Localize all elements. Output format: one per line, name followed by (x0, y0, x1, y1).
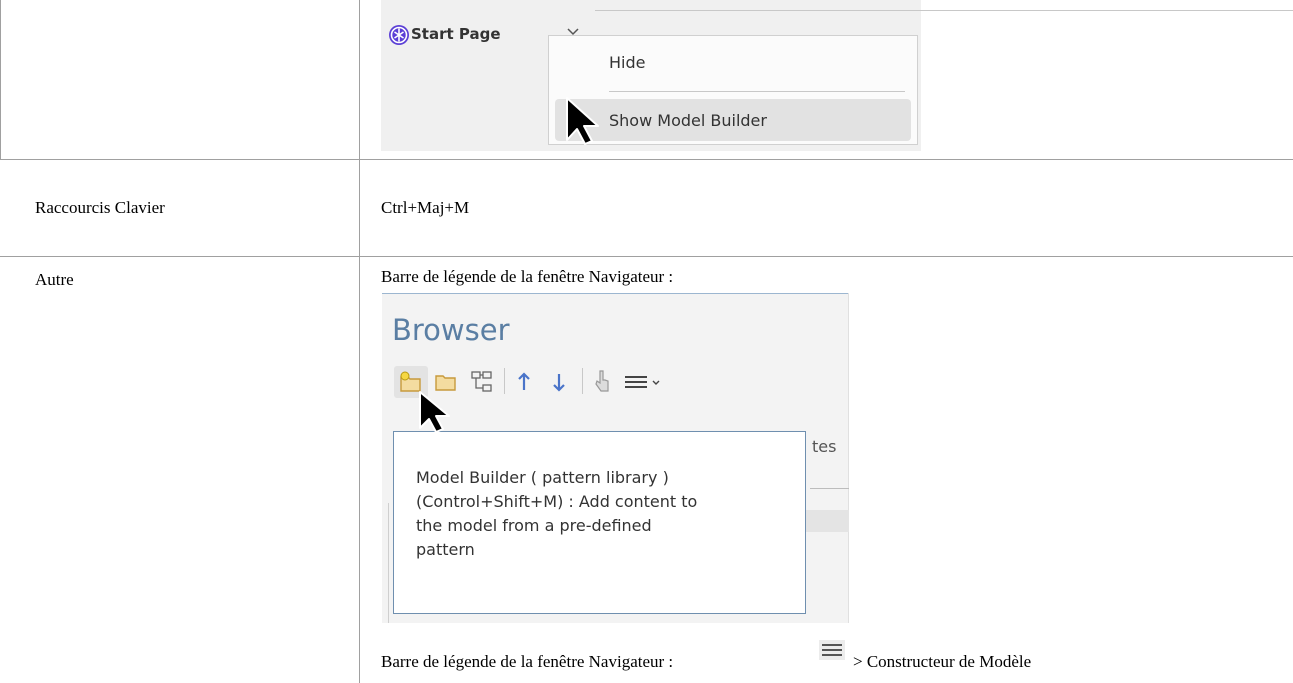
row-label-shortcut: Raccourcis Clavier (35, 198, 165, 217)
tooltip-line: pattern (416, 540, 475, 559)
browser-top-border (382, 293, 849, 294)
shortcut-value: Ctrl+Maj+M (381, 198, 470, 217)
browser-title: Browser (392, 313, 510, 347)
browser-caption-line2-suffix: > Constructeur de Modèle (853, 652, 1032, 671)
row-divider (0, 256, 1293, 257)
obscured-divider (810, 488, 849, 489)
tab-strip-border (595, 10, 1293, 11)
model-builder-icon[interactable] (470, 370, 494, 394)
folder-icon[interactable] (434, 372, 458, 392)
mouse-cursor-icon (566, 97, 599, 145)
hamburger-menu-icon (819, 640, 845, 660)
tooltip-line: (Control+Shift+M) : Add content to (416, 492, 698, 511)
menu-item-show-model-builder[interactable]: Show Model Builder (609, 111, 767, 130)
menu-separator (609, 91, 905, 92)
arrow-down-icon[interactable] (551, 371, 567, 393)
tooltip: Model Builder ( pattern library ) (Contr… (393, 431, 806, 614)
ea-logo-icon (389, 25, 409, 45)
tooltip-line: Model Builder ( pattern library ) (416, 468, 669, 487)
row-label-other: Autre (35, 270, 74, 289)
obscured-row (806, 510, 849, 532)
hand-icon[interactable] (592, 369, 612, 395)
mouse-cursor-icon (419, 391, 450, 433)
browser-caption-line1: Barre de légende de la fenêtre Navigateu… (381, 267, 674, 286)
obscured-text: tes (812, 437, 837, 456)
browser-caption-line2-prefix: Barre de légende de la fenêtre Navigateu… (381, 652, 674, 671)
menu-item-hide[interactable]: Hide (609, 53, 645, 72)
obscured-edge (388, 503, 389, 623)
toolbar-separator (504, 368, 505, 394)
tab-start-page[interactable]: Start Page (411, 25, 501, 43)
tooltip-line: the model from a pre-defined (416, 516, 652, 535)
row-divider (0, 159, 1293, 160)
menu-icon[interactable] (623, 373, 663, 391)
arrow-up-icon[interactable] (516, 371, 532, 393)
toolbar-separator (582, 368, 583, 394)
browser-right-edge (848, 293, 849, 623)
table-column-divider (359, 0, 360, 683)
browser-screenshot: Browser tes Model Builder ( pattern libr… (382, 293, 849, 623)
table-left-border (0, 0, 1, 160)
context-menu: Hide Show Model Builder (548, 35, 918, 145)
